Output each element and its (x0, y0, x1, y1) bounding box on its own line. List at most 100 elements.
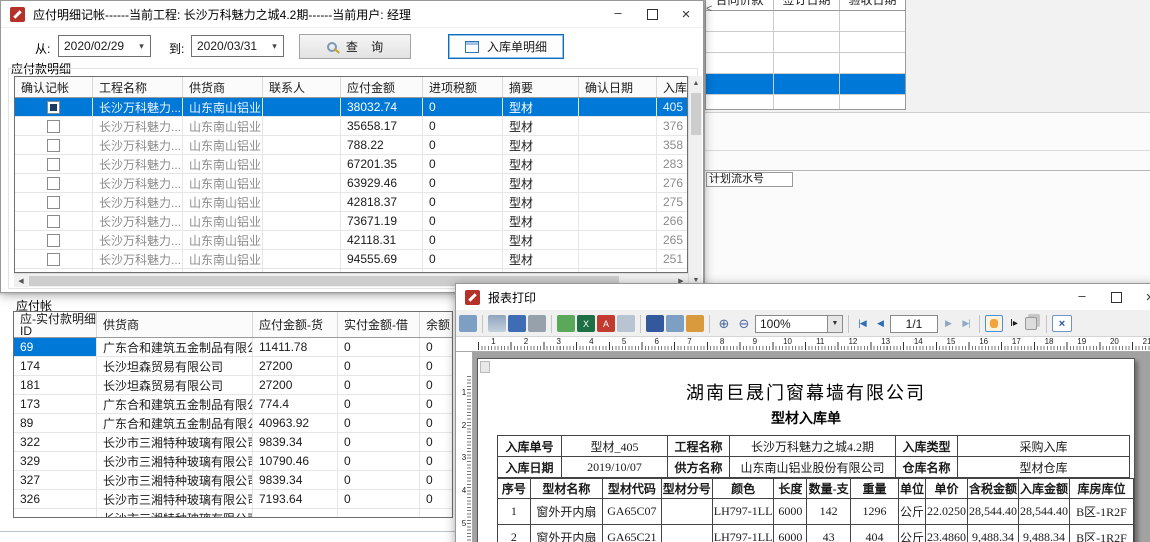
html-export-icon[interactable] (686, 315, 704, 332)
close-preview-icon[interactable]: × (1052, 315, 1072, 332)
chevron-down-icon[interactable]: ▼ (827, 316, 842, 332)
column-header[interactable]: 供货商 (183, 77, 263, 97)
checkbox[interactable] (47, 215, 60, 228)
supplier-cell: 长沙市三湘特种玻璃有限公司 (97, 452, 253, 470)
column-header[interactable]: 余额 (420, 312, 452, 337)
table-row[interactable]: 长沙万科魅力... 山东南山铝业... 42118.31 0 型材 265 (15, 231, 687, 250)
table-row[interactable]: 326 长沙市三湘特种玻璃有限公司 7193.64 0 0 (14, 490, 452, 509)
chevron-down-icon[interactable]: ▾ (266, 41, 283, 52)
first-page-icon[interactable]: |◀ (854, 318, 870, 329)
checkbox[interactable] (47, 196, 60, 209)
query-button[interactable]: 查 询 (299, 34, 411, 59)
column-header[interactable]: 入库 (657, 77, 687, 97)
table-row[interactable]: 长沙万科魅力... 山东南山铝业... 94555.69 0 型材 251 (15, 250, 687, 269)
table-row[interactable]: 173 广东合和建筑五金制品有限公司 774.4 0 0 (14, 395, 452, 414)
save-icon[interactable] (646, 315, 664, 332)
zoom-out-icon[interactable]: ⊖ (735, 315, 753, 332)
id-cell: 326 (14, 490, 97, 508)
excel-export-icon[interactable]: X (577, 315, 595, 332)
grid-header-row: 应-实付款明细ID 供货商 应付金额-货 实付金额-借 余额 (14, 312, 452, 338)
inbound-detail-button[interactable]: 入库单明细 (448, 34, 564, 59)
table-row[interactable]: 长沙万科魅力... 山东南山铝业... 67201.35 0 型材 283 (15, 155, 687, 174)
table-row[interactable]: 长沙万科魅力... 山东南山铝业... 788.22 0 型材 358 (15, 136, 687, 155)
from-date-select[interactable]: 2020/02/29 ▾ (58, 35, 151, 57)
table-row[interactable]: 174 长沙坦森贸易有限公司 27200 0 0 (14, 357, 452, 376)
table-row[interactable]: 89 广东合和建筑五金制品有限公司 40963.92 0 0 (14, 414, 452, 433)
table-row[interactable]: 322 长沙市三湘特种玻璃有限公司 9839.34 0 0 (14, 433, 452, 452)
vertical-scrollbar[interactable]: ▲ ▼ (688, 76, 702, 287)
column-header[interactable]: 供货商 (97, 312, 253, 337)
project-cell: 长沙万科魅力... (93, 174, 183, 192)
pdf-export-icon[interactable]: A (597, 315, 615, 332)
table-row[interactable] (706, 11, 905, 32)
app-icon (465, 290, 480, 305)
maximize-icon[interactable] (635, 1, 669, 27)
minimize-icon[interactable] (1065, 284, 1099, 310)
minimize-icon[interactable] (601, 1, 635, 27)
table-row[interactable]: 长沙万科魅力... 山东南山铝业... 35658.17 0 型材 376 (15, 117, 687, 136)
table-row[interactable]: 69 广东合和建筑五金制品有限公司 11411.78 0 0 (14, 338, 452, 357)
column-header[interactable]: 应-实付款明细ID (14, 312, 97, 337)
report-column-header: 长度 (774, 479, 807, 499)
close-icon[interactable] (1133, 284, 1150, 310)
chevron-down-icon[interactable]: ▾ (133, 41, 150, 52)
export-icon[interactable] (557, 315, 575, 332)
column-header[interactable]: 摘要 (503, 77, 579, 97)
report-page: 湖南巨晟门窗幕墙有限公司 型材入库单 入库单号 型材_405 工程名称 长沙万科… (477, 358, 1135, 542)
table-row[interactable]: 长沙万科魅力... 山东南山铝业... 42818.37 0 型材 275 (15, 193, 687, 212)
table-row[interactable]: 327 长沙市三湘特种玻璃有限公司 9839.34 0 0 (14, 471, 452, 490)
column-header[interactable]: 确认日期 (579, 77, 657, 97)
plan-serial-field[interactable]: 计划流水号 (706, 172, 793, 187)
form-icon (465, 41, 479, 53)
scrollbar-thumb[interactable] (691, 93, 701, 135)
checkbox[interactable] (47, 158, 60, 171)
table-row[interactable]: 181 长沙坦森贸易有限公司 27200 0 0 (14, 376, 452, 395)
column-header[interactable]: 工程名称 (93, 77, 183, 97)
text-export-icon[interactable] (666, 315, 684, 332)
book-icon[interactable] (508, 315, 526, 332)
to-date-select[interactable]: 2020/03/31 ▾ (191, 35, 284, 57)
text-select-icon[interactable]: I▸ (1005, 315, 1023, 332)
column-header[interactable]: 确认记帐 (15, 77, 93, 97)
print-icon[interactable] (488, 315, 506, 332)
zoom-level-select[interactable]: 100% ▼ (755, 315, 843, 333)
copy-icon[interactable] (1025, 317, 1037, 330)
report-preview-area[interactable]: 12345 湖南巨晟门窗幕墙有限公司 型材入库单 入库单号 型材_405 工程名… (456, 352, 1150, 542)
titlebar[interactable]: 应付明细记帐------当前工程: 长沙万科魅力之城4.2期------当前用户… (1, 1, 703, 28)
settings-icon[interactable] (528, 315, 546, 332)
table-row[interactable]: 长沙万科魅力... 山东南山铝业... 73671.19 0 型材 266 (15, 212, 687, 231)
column-header[interactable]: 应付金额-货 (253, 312, 338, 337)
table-row[interactable]: 长沙万科魅力... 山东南山铝业... 38032.74 0 型材 405 (15, 98, 687, 117)
table-row[interactable] (706, 53, 905, 74)
column-header[interactable]: 实付金额-借 (338, 312, 420, 337)
checkbox[interactable] (47, 101, 60, 114)
maximize-icon[interactable] (1099, 284, 1133, 310)
zoom-in-icon[interactable]: ⊕ (715, 315, 733, 332)
table-row[interactable] (706, 32, 905, 53)
checkbox[interactable] (47, 120, 60, 133)
column-header[interactable]: 应付金额 (341, 77, 423, 97)
titlebar[interactable]: 报表打印 (456, 284, 1150, 311)
last-page-icon[interactable]: ▶| (958, 318, 974, 329)
checkbox[interactable] (47, 177, 60, 190)
previous-page-icon[interactable]: ◀ (872, 318, 888, 329)
checkbox[interactable] (47, 234, 60, 247)
table-row[interactable]: 长沙万科魅力... 山东南山铝业... 63929.46 0 型材 276 (15, 174, 687, 193)
checkbox[interactable] (47, 253, 60, 266)
table-row[interactable] (706, 74, 905, 95)
table-row[interactable]: 长沙市三湘特种玻璃有限公司 (14, 509, 452, 518)
table-row[interactable]: 329 长沙市三湘特种玻璃有限公司 10790.46 0 0 (14, 452, 452, 471)
checkbox[interactable] (47, 139, 60, 152)
scroll-up-icon[interactable]: ▲ (689, 76, 703, 90)
column-header[interactable]: 进项税额 (423, 77, 503, 97)
next-page-icon[interactable]: ▶ (940, 318, 956, 329)
close-icon[interactable] (669, 1, 703, 27)
document-icon[interactable] (459, 315, 477, 332)
page-number-field[interactable]: 1/1 (890, 315, 938, 333)
column-header[interactable]: 联系人 (263, 77, 341, 97)
mail-icon[interactable] (617, 315, 635, 332)
separator (848, 315, 849, 333)
table-row[interactable] (706, 95, 905, 110)
scroll-left-icon[interactable]: ◀ (14, 274, 28, 288)
hand-tool-icon[interactable] (985, 315, 1003, 332)
